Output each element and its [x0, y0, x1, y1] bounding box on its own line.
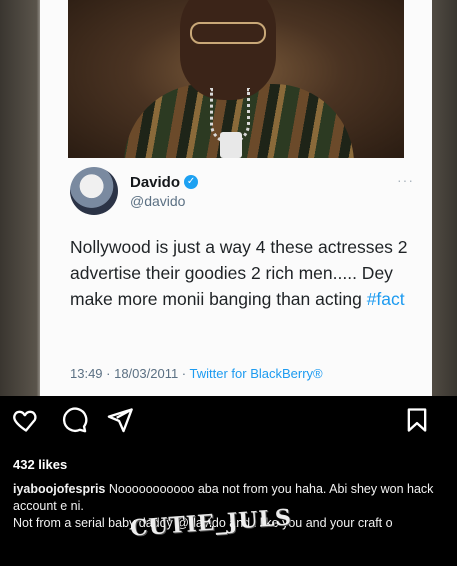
- more-options-icon: ···: [397, 172, 414, 188]
- post-action-bar: [0, 406, 457, 446]
- hashtag-link: #fact: [366, 289, 405, 309]
- like-count[interactable]: 432 likes: [13, 457, 67, 472]
- comment-icon[interactable]: [60, 406, 88, 439]
- bookmark-icon[interactable]: [403, 406, 431, 439]
- tweet-photo: [68, 0, 404, 158]
- tweet-meta: 13:49 · 18/03/2011 · Twitter for BlackBe…: [70, 366, 323, 381]
- tweet-text: Nollywood is just a way 4 these actresse…: [70, 234, 410, 312]
- tweet-card: Davido ✓ @davido ··· Nollywood is just a…: [40, 0, 432, 396]
- avatar: [70, 167, 118, 215]
- tweet-author: Davido ✓ @davido: [70, 167, 199, 215]
- caption-username[interactable]: iyaboojofespris: [13, 482, 105, 496]
- send-icon[interactable]: [106, 406, 134, 439]
- tweet-source: Twitter for BlackBerry®: [189, 366, 323, 381]
- tweet-timestamp: 13:49 · 18/03/2011 ·: [70, 366, 190, 381]
- heart-icon[interactable]: [12, 406, 40, 439]
- display-name: Davido: [130, 173, 181, 191]
- verified-badge-icon: ✓: [184, 175, 199, 189]
- user-handle: @davido: [130, 192, 186, 209]
- tweet-body: Nollywood is just a way 4 these actresse…: [70, 237, 408, 309]
